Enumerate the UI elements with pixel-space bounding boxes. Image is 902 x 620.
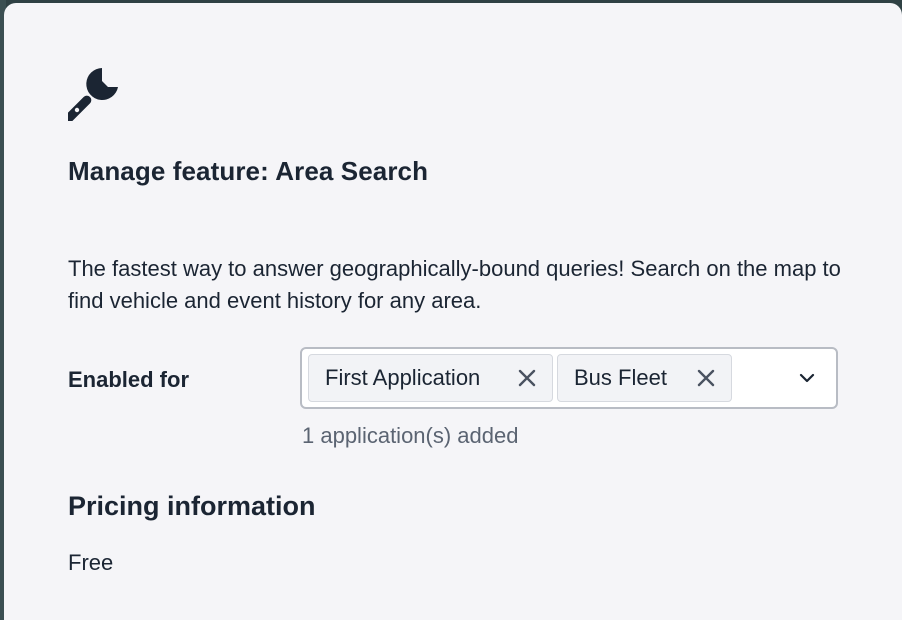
- enabled-for-label: Enabled for: [68, 367, 190, 392]
- close-icon[interactable]: [695, 367, 717, 389]
- feature-description: The fastest way to answer geographically…: [68, 256, 841, 313]
- chevron-down-icon[interactable]: [798, 369, 816, 387]
- modal-title: Manage feature: Area Search: [68, 156, 429, 186]
- applications-helper-text: 1 application(s) added: [302, 423, 519, 448]
- selected-chip-bus-fleet: Bus Fleet: [557, 354, 732, 402]
- manage-feature-modal: Manage feature: Area Search The fastest …: [4, 3, 902, 620]
- chip-label: Bus Fleet: [574, 365, 667, 390]
- wrench-icon: [64, 67, 122, 123]
- applications-multiselect[interactable]: First Application Bus Fleet: [300, 347, 838, 409]
- pricing-value: Free: [68, 550, 114, 575]
- close-icon[interactable]: [516, 367, 538, 389]
- pricing-heading: Pricing information: [68, 491, 316, 521]
- chip-label: First Application: [325, 365, 481, 390]
- selected-chip-first-application: First Application: [308, 354, 553, 402]
